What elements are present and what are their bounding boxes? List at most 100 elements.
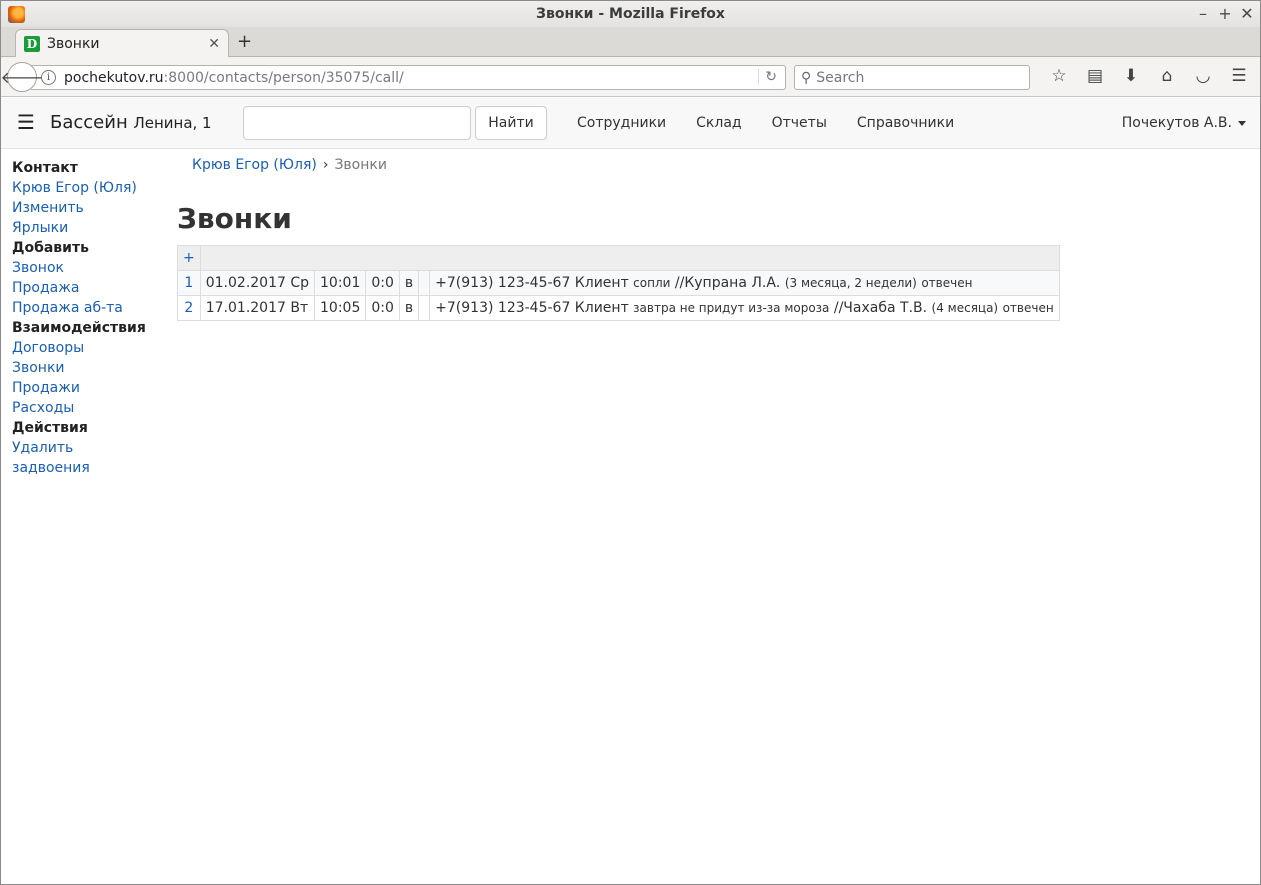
sidebar-link-contracts[interactable]: Договоры — [12, 338, 146, 358]
call-details: +7(913) 123-45-67 Клиент завтра не приду… — [429, 295, 1060, 321]
brand-name: Бассейн — [50, 112, 128, 133]
url-path: :8000/contacts/person/35075/call/ — [163, 69, 404, 86]
user-name: Почекутов А.В. — [1121, 115, 1232, 131]
call-note: сопли — [633, 276, 671, 290]
sidebar-link-add-call[interactable]: Звонок — [12, 258, 146, 278]
add-call-button[interactable]: + — [183, 250, 195, 266]
call-details: +7(913) 123-45-67 Клиент сопли //Купрана… — [429, 270, 1060, 296]
window-titlebar: Звонки - Mozilla Firefox – + ✕ — [1, 1, 1260, 27]
call-status: отвечен — [1002, 301, 1054, 315]
table-row: 1 01.02.2017 Ср 10:01 0:0 в +7(913) 123-… — [177, 270, 1060, 296]
back-button[interactable]: 🡐 — [1, 62, 43, 92]
main-nav: Сотрудники Склад Отчеты Справочники — [577, 115, 984, 131]
url-host: pochekutov.ru — [64, 69, 164, 86]
call-ago: (3 месяца, 2 недели) — [784, 276, 917, 290]
breadcrumb-current: Звонки — [334, 157, 387, 173]
call-duration: 0:0 — [365, 295, 400, 321]
web-page: ☰ Бассейн Ленина, 1 Найти Сотрудники Скл… — [1, 98, 1260, 884]
empty-cell — [418, 270, 431, 296]
call-author: //Чахаба Т.В. — [833, 300, 928, 316]
sidebar-heading-interactions: Взаимодействия — [12, 320, 146, 336]
tab-calls[interactable]: D Звонки ✕ — [15, 29, 229, 58]
sidebar-link-calls[interactable]: Звонки — [12, 358, 146, 378]
call-status: отвечен — [921, 276, 973, 290]
url-bar[interactable]: i pochekutov.ru:8000/contacts/person/350… — [31, 65, 786, 90]
call-time: 10:01 — [314, 270, 367, 296]
search-bar[interactable]: ⚲ Search — [794, 65, 1030, 90]
call-phone: +7(913) 123-45-67 Клиент — [435, 275, 629, 291]
header-filler — [199, 245, 1060, 271]
sidebar-link-delete[interactable]: Удалить — [12, 438, 146, 458]
search-placeholder: Search — [816, 69, 865, 86]
reading-list-icon[interactable]: ▤ — [1077, 66, 1113, 86]
row-number: 1 — [177, 270, 201, 296]
call-direction: в — [398, 295, 420, 321]
call-ago: (4 месяца) — [931, 301, 999, 315]
sidebar: Контакт Крюв Егор (Юля) Изменить Ярлыки … — [12, 158, 146, 478]
back-arrow-icon: 🡐 — [0, 68, 44, 87]
call-note: завтра не придут из-за мороза — [633, 301, 830, 315]
brand[interactable]: Бассейн Ленина, 1 — [50, 112, 212, 133]
nav-employees[interactable]: Сотрудники — [577, 115, 666, 131]
close-window-icon[interactable]: ✕ — [1237, 4, 1257, 23]
empty-cell — [418, 295, 431, 321]
firefox-icon — [8, 6, 25, 23]
menu-icon[interactable]: ☰ — [1221, 66, 1257, 86]
sidebar-link-sales[interactable]: Продажи — [12, 378, 146, 398]
call-time: 10:05 — [314, 295, 367, 321]
sidebar-link-labels[interactable]: Ярлыки — [12, 218, 146, 238]
add-cell: + — [177, 245, 201, 271]
sidebar-link-add-sale[interactable]: Продажа — [12, 278, 146, 298]
call-date: 17.01.2017 Вт — [199, 295, 316, 321]
maximize-icon[interactable]: + — [1215, 4, 1235, 23]
page-title: Звонки — [177, 202, 292, 235]
caret-down-icon — [1238, 120, 1246, 126]
user-menu[interactable]: Почекутов А.В. — [1122, 115, 1246, 131]
call-date: 01.02.2017 Ср — [199, 270, 316, 296]
sidebar-heading-actions: Действия — [12, 420, 88, 436]
table-row: 2 17.01.2017 Вт 10:05 0:0 в +7(913) 123-… — [177, 295, 1060, 321]
hamburger-menu-icon[interactable]: ☰ — [17, 110, 35, 134]
breadcrumb-parent[interactable]: Крюв Егор (Юля) — [192, 157, 317, 173]
table-header-row: + — [177, 245, 1060, 271]
nav-warehouse[interactable]: Склад — [696, 115, 741, 131]
brand-subtitle: Ленина, 1 — [133, 114, 212, 132]
app-header: ☰ Бассейн Ленина, 1 Найти Сотрудники Скл… — [1, 98, 1260, 149]
call-phone: +7(913) 123-45-67 Клиент — [435, 300, 629, 316]
breadcrumb: Крюв Егор (Юля) › Звонки — [192, 157, 387, 173]
row-link[interactable]: 1 — [184, 275, 193, 291]
new-tab-icon[interactable]: + — [237, 31, 252, 52]
downloads-icon[interactable]: ⬇ — [1113, 66, 1149, 86]
sidebar-link-add-subscription-sale[interactable]: Продажа аб-та — [12, 298, 146, 318]
site-favicon-icon: D — [24, 36, 40, 52]
call-author: //Купрана Л.А. — [674, 275, 781, 291]
call-direction: в — [398, 270, 420, 296]
window-title: Звонки - Mozilla Firefox — [536, 6, 725, 22]
call-duration: 0:0 — [365, 270, 400, 296]
sidebar-link-contact[interactable]: Крюв Егор (Юля) — [12, 178, 146, 198]
sidebar-link-expenses[interactable]: Расходы — [12, 398, 146, 418]
sidebar-heading-add: Добавить — [12, 240, 89, 256]
nav-references[interactable]: Справочники — [857, 115, 954, 131]
reload-icon[interactable]: ↻ — [758, 69, 777, 85]
close-tab-icon[interactable]: ✕ — [208, 36, 220, 52]
calls-table: + 1 01.02.2017 Ср 10:01 0:0 в +7(913) 12… — [177, 245, 1060, 321]
bookmark-star-icon[interactable]: ☆ — [1041, 66, 1077, 86]
breadcrumb-separator-icon: › — [322, 157, 329, 173]
row-number: 2 — [177, 295, 201, 321]
tab-strip: D Звонки ✕ + — [1, 27, 1260, 58]
sidebar-heading-contact: Контакт — [12, 160, 78, 176]
home-icon[interactable]: ⌂ — [1149, 66, 1185, 86]
toolbar-icons: ☆ ▤ ⬇ ⌂ ◡ ☰ — [1041, 66, 1257, 86]
search-icon: ⚲ — [801, 69, 812, 86]
row-link[interactable]: 2 — [184, 300, 193, 316]
sidebar-link-duplicates[interactable]: задвоения — [12, 458, 146, 478]
tab-label: Звонки — [47, 36, 100, 52]
sidebar-link-edit[interactable]: Изменить — [12, 198, 146, 218]
navigation-toolbar: i pochekutov.ru:8000/contacts/person/350… — [1, 57, 1260, 97]
nav-reports[interactable]: Отчеты — [772, 115, 827, 131]
search-button[interactable]: Найти — [475, 106, 547, 140]
site-search-input[interactable] — [243, 106, 471, 140]
pocket-icon[interactable]: ◡ — [1185, 66, 1221, 86]
minimize-icon[interactable]: – — [1193, 4, 1213, 23]
